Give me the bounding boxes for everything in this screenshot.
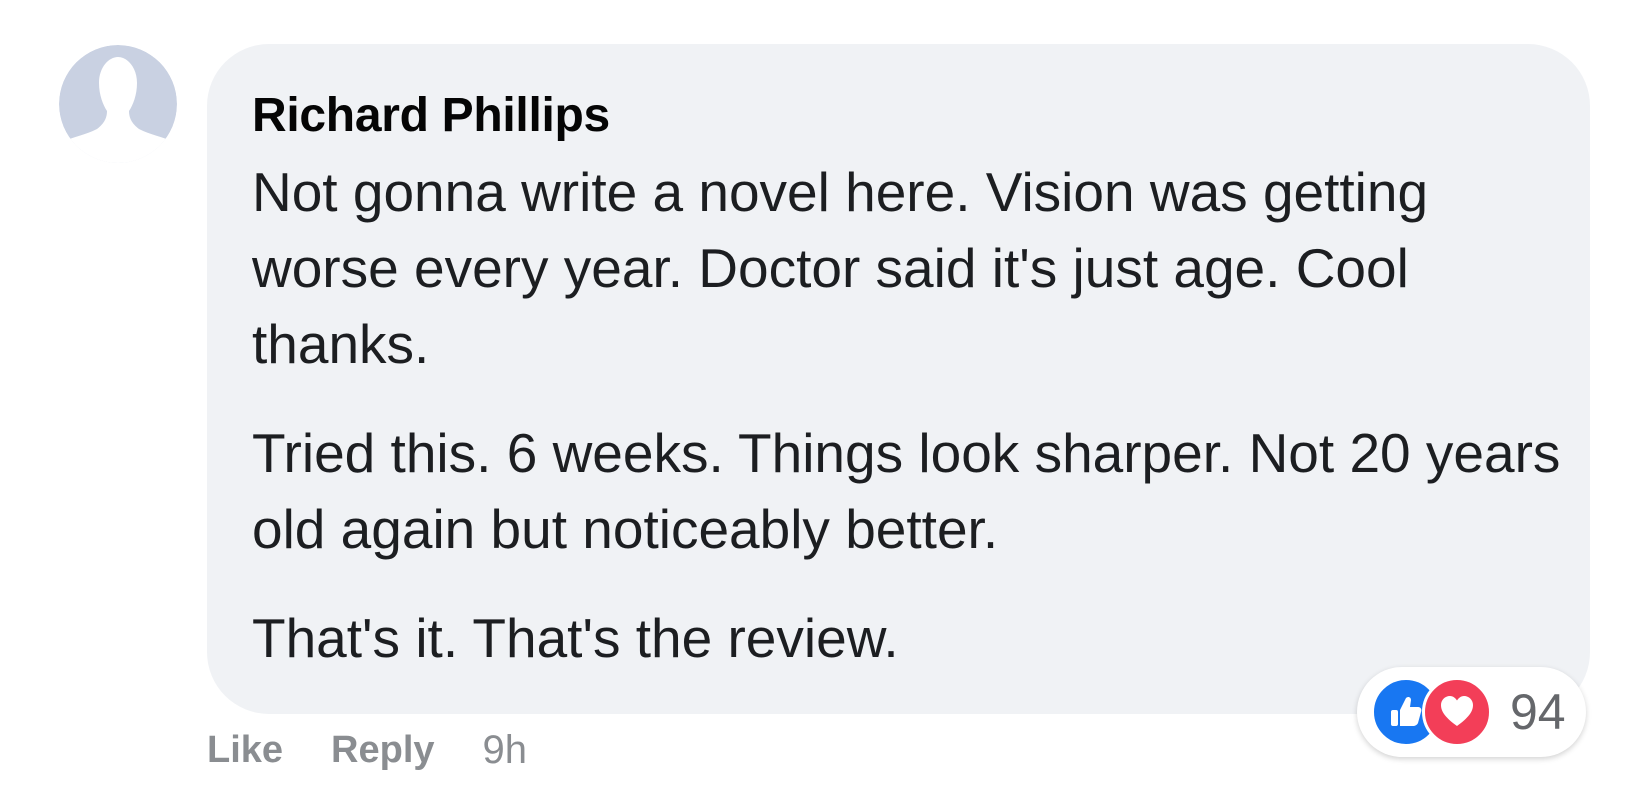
reaction-count: 94	[1510, 684, 1566, 740]
comment-paragraph-3: That's it. That's the review.	[252, 607, 899, 669]
comment-paragraph-2: Tried this. 6 weeks. Things look sharper…	[252, 422, 1561, 560]
reactions-summary[interactable]: 94	[1357, 667, 1586, 757]
comment-author-name[interactable]: Richard Phillips	[252, 88, 1590, 144]
comment-bubble: Richard Phillips Not gonna write a novel…	[207, 44, 1590, 714]
comment-paragraph-1: Not gonna write a novel here. Vision was…	[252, 161, 1429, 375]
comment-actions: Like Reply 9h	[207, 722, 527, 778]
comment-timestamp[interactable]: 9h	[483, 728, 528, 773]
avatar[interactable]	[59, 45, 177, 163]
heart-icon	[1422, 677, 1492, 747]
default-profile-silhouette-icon	[59, 45, 177, 163]
like-button[interactable]: Like	[207, 729, 283, 772]
reply-button[interactable]: Reply	[331, 729, 434, 772]
